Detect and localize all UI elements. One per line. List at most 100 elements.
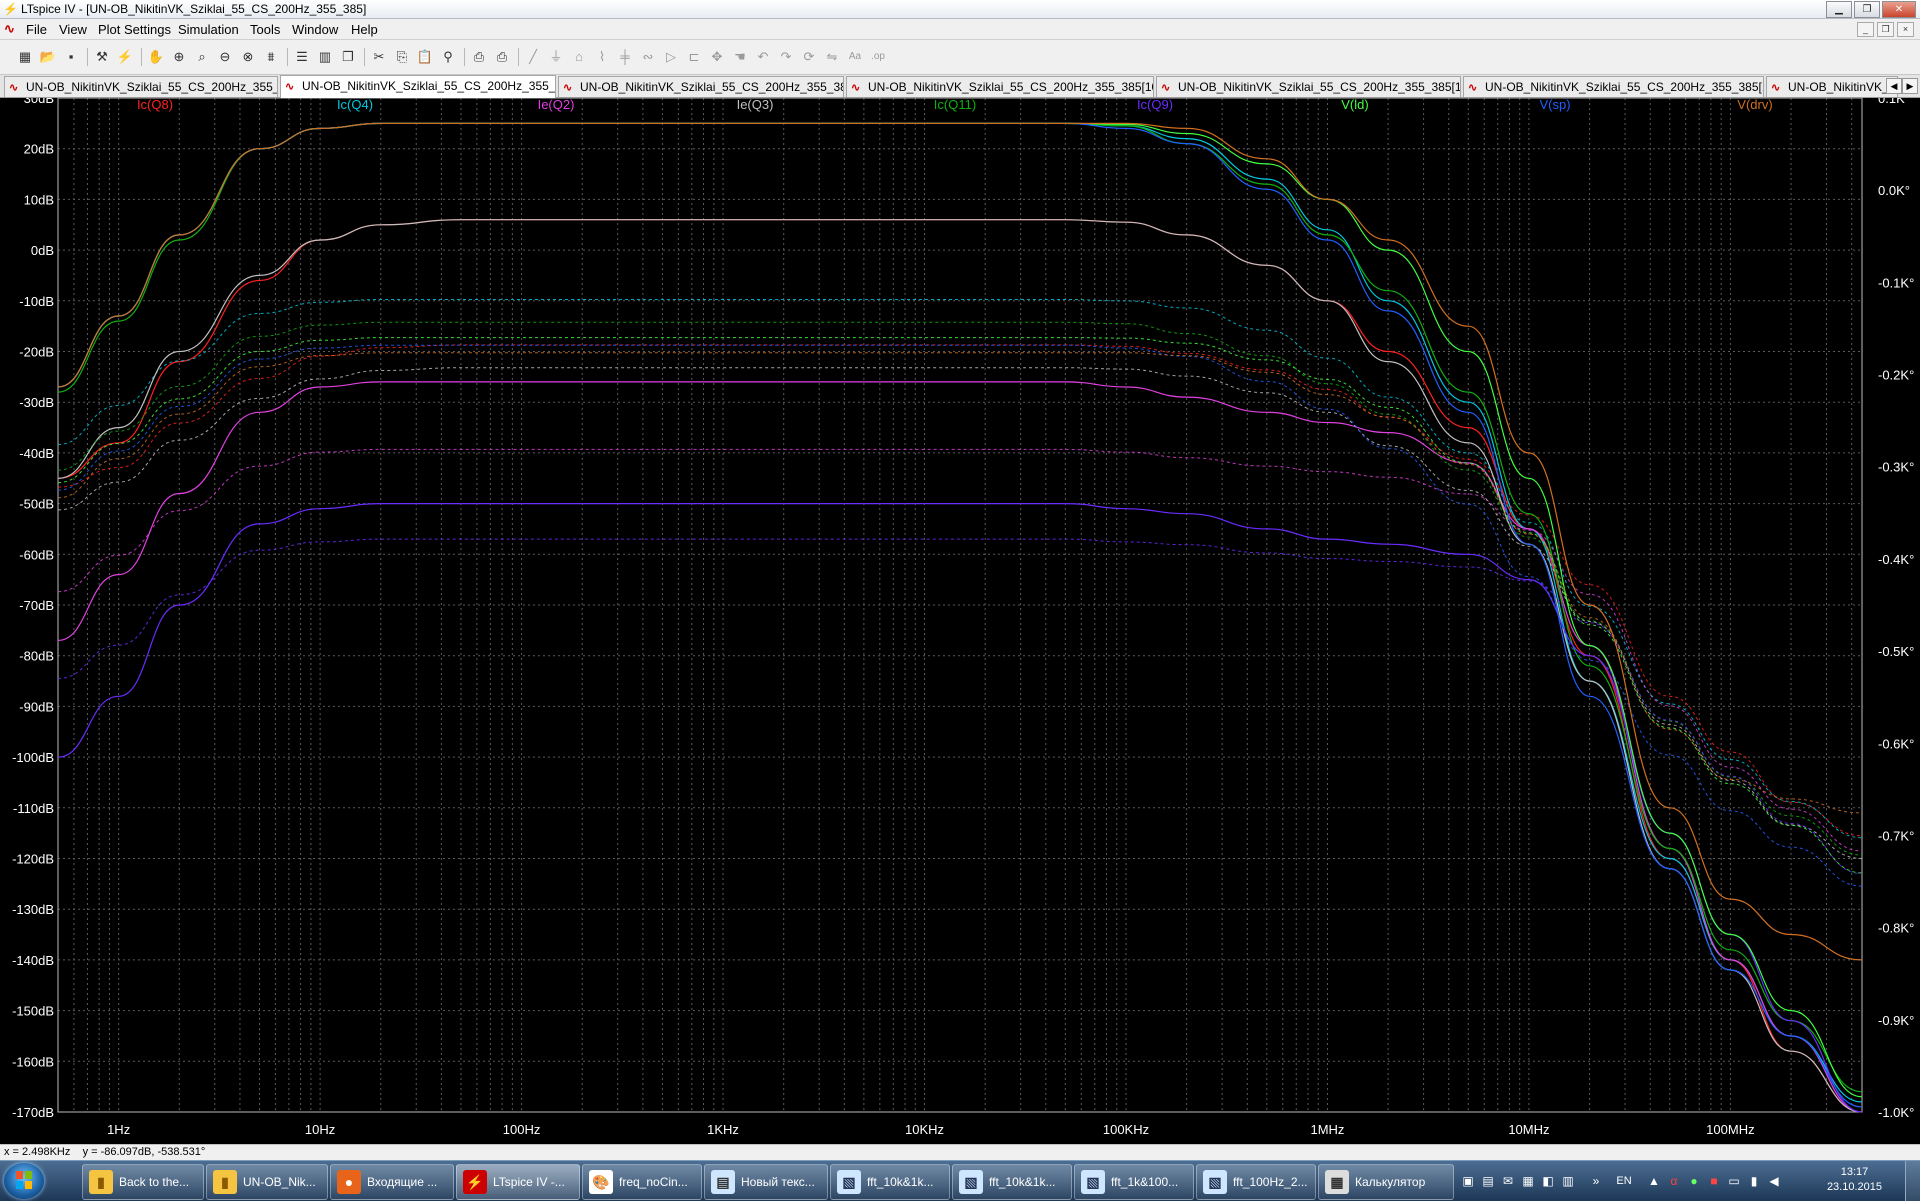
taskbar-item[interactable]: ▧ fft_10k&1k... (952, 1164, 1072, 1200)
menu-simulation[interactable]: Simulation (178, 22, 239, 37)
waveform-plot-pane[interactable]: 30dB 20dB 10dB 0dB -10dB -20dB -30dB -40dB -50dB… (0, 98, 1920, 1144)
diode-icon[interactable]: ▷ (662, 48, 680, 66)
rotate-icon[interactable]: ⟳ (800, 48, 818, 66)
bode-plot[interactable]: 30dB 20dB 10dB 0dB -10dB -20dB -30dB -40dB -50dB… (0, 98, 1920, 1144)
windows-taskbar: ▣ ▤ ✉ ▦ ◧ ▥ » EN ▲ α ● ■ ▭ ▮ ◀ 13:17 23.… (0, 1160, 1920, 1201)
x-tick-label: 1Hz (107, 1122, 130, 1137)
taskbar-item[interactable]: ▤ Новый текс... (704, 1164, 828, 1200)
tab-document[interactable]: ∿ UN-OB_NikitinVK_Sziklai_55_CS_200Hz_355… (1463, 76, 1764, 97)
antivirus-icon[interactable]: α (1666, 1173, 1682, 1189)
capacitor-icon[interactable]: ╪ (616, 48, 634, 66)
copy-icon[interactable]: ⎘ (393, 48, 411, 66)
taskbar-item[interactable]: ▧ fft_100Hz_2... (1196, 1164, 1316, 1200)
show-hidden-icon[interactable]: ▲ (1646, 1173, 1662, 1189)
tab-document[interactable]: ∿ UN-OB_NikitinVK_Sziklai_55_CS_200Hz_355… (1156, 76, 1461, 97)
print-preview-icon[interactable]: ⎙ (470, 48, 488, 66)
tray-red-icon[interactable]: ■ (1706, 1173, 1722, 1189)
mdi-close-button[interactable]: × (1897, 22, 1914, 37)
open-icon[interactable]: 📂 (39, 48, 57, 66)
menu-file[interactable]: File (26, 22, 47, 37)
resistor-icon[interactable]: ⌇ (593, 48, 611, 66)
start-button[interactable] (4, 1163, 44, 1199)
firefox-icon: ● (337, 1170, 361, 1194)
tray-folder-icon[interactable]: ▣ (1460, 1173, 1476, 1189)
volume-icon[interactable]: ◀ (1766, 1173, 1782, 1189)
menu-window[interactable]: Window (292, 22, 338, 37)
component-icon[interactable]: ⊏ (685, 48, 703, 66)
waveform-window-icon[interactable]: ∿ (4, 21, 20, 37)
label-icon[interactable]: ⌂ (570, 48, 588, 66)
save-icon[interactable]: ▪ (62, 48, 80, 66)
redo-icon[interactable]: ↷ (777, 48, 795, 66)
menu-plot-settings[interactable]: Plot Settings (98, 22, 171, 37)
menu-tools[interactable]: Tools (250, 22, 280, 37)
tray-folder2-icon[interactable]: ▤ (1480, 1173, 1496, 1189)
taskbar-item[interactable]: ▦ Калькулятор (1318, 1164, 1454, 1200)
text-icon[interactable]: Aa (846, 48, 864, 66)
zoom-in-icon[interactable]: ⊕ (170, 48, 188, 66)
taskbar-item[interactable]: ▧ fft_10k&1k... (830, 1164, 950, 1200)
undo-icon[interactable]: ↶ (754, 48, 772, 66)
tray-trash-icon[interactable]: ▥ (1560, 1173, 1576, 1189)
tray-mail-icon[interactable]: ✉ (1500, 1173, 1516, 1189)
maximize-button[interactable]: ❐ (1854, 1, 1880, 18)
taskbar-item[interactable]: ▮ UN-OB_Nik... (206, 1164, 328, 1200)
tile-vertical-icon[interactable]: ▥ (316, 48, 334, 66)
ground-icon[interactable]: ⏚ (547, 48, 565, 66)
new-schematic-icon[interactable]: ▦ (16, 48, 34, 66)
taskbar-item[interactable]: ▧ fft_1k&100... (1074, 1164, 1194, 1200)
language-indicator[interactable]: EN (1612, 1173, 1636, 1189)
tab-scroll-right-button[interactable]: ▶ (1902, 78, 1918, 94)
find-icon[interactable]: ⚲ (439, 48, 457, 66)
toolbar-separator (464, 48, 465, 66)
security-icon[interactable]: ● (1686, 1173, 1702, 1189)
zoom-out-icon[interactable]: ⊖ (216, 48, 234, 66)
print-icon[interactable]: ⎙ (493, 48, 511, 66)
control-panel-icon[interactable]: ⚒ (93, 48, 111, 66)
tab-document[interactable]: ∿ UN-OB_NikitinVK_Sziklai_55_CS_200Hz_355… (846, 76, 1154, 97)
taskbar-item[interactable]: ⚡ LTspice IV -... (456, 1164, 580, 1200)
cascade-icon[interactable]: ❐ (339, 48, 357, 66)
y-tick-label: -120dB (12, 852, 54, 867)
mdi-minimize-button[interactable]: _ (1857, 22, 1874, 37)
x-tick-label: 10KHz (905, 1122, 944, 1137)
tab-document[interactable]: ∿ UN-OB_NikitinVK_S (1766, 76, 1898, 97)
autorange-icon[interactable]: ⩩ (262, 48, 280, 66)
mdi-restore-button[interactable]: ❐ (1877, 22, 1894, 37)
x-tick-label: 100MHz (1706, 1122, 1754, 1137)
tab-scroll-left-button[interactable]: ◀ (1886, 78, 1902, 94)
tray-overflow-icon[interactable]: » (1588, 1173, 1604, 1189)
network-icon[interactable]: ▭ (1726, 1173, 1742, 1189)
menu-view[interactable]: View (59, 22, 87, 37)
taskbar-item[interactable]: 🎨 freq_noCin... (582, 1164, 702, 1200)
taskbar-item-label: LTspice IV -... (493, 1175, 565, 1189)
tray-app-icon[interactable]: ◧ (1540, 1173, 1556, 1189)
clock[interactable]: 13:17 23.10.2015 (1827, 1165, 1882, 1195)
cut-icon[interactable]: ✂ (370, 48, 388, 66)
battery-icon[interactable]: ▮ (1746, 1173, 1762, 1189)
taskbar-item-label: Back to the... (119, 1175, 190, 1189)
paste-icon[interactable]: 📋 (416, 48, 434, 66)
menu-help[interactable]: Help (351, 22, 378, 37)
tab-document[interactable]: ∿ UN-OB_NikitinVK_Sziklai_55_CS_200Hz_355… (4, 76, 278, 97)
taskbar-item[interactable]: ● Входящие ... (330, 1164, 454, 1200)
zoom-fit-icon[interactable]: ⊗ (239, 48, 257, 66)
minimize-button[interactable]: ▁ (1826, 1, 1852, 18)
show-desktop-button[interactable] (1905, 1161, 1920, 1201)
zoom-area-icon[interactable]: ⌕ (193, 48, 211, 66)
tab-document[interactable]: ∿ UN-OB_NikitinVK_Sziklai_55_CS_200Hz_355… (558, 76, 844, 97)
tab-document[interactable]: ∿ UN-OB_NikitinVK_Sziklai_55_CS_200Hz_355… (280, 75, 556, 98)
run-icon[interactable]: ⚡ (116, 48, 134, 66)
spice-directive-icon[interactable]: .op (869, 48, 887, 66)
drag-icon[interactable]: ☚ (731, 48, 749, 66)
mirror-icon[interactable]: ⇋ (823, 48, 841, 66)
y2-tick-label: -0.9K° (1878, 1013, 1914, 1028)
inductor-icon[interactable]: ∾ (639, 48, 657, 66)
taskbar-item[interactable]: ▮ Back to the... (82, 1164, 204, 1200)
tile-horizontal-icon[interactable]: ☰ (293, 48, 311, 66)
close-button[interactable]: ✕ (1882, 1, 1916, 18)
halt-icon[interactable]: ✋ (147, 48, 165, 66)
move-icon[interactable]: ✥ (708, 48, 726, 66)
tray-explorer-icon[interactable]: ▦ (1520, 1173, 1536, 1189)
wire-icon[interactable]: ╱ (524, 48, 542, 66)
